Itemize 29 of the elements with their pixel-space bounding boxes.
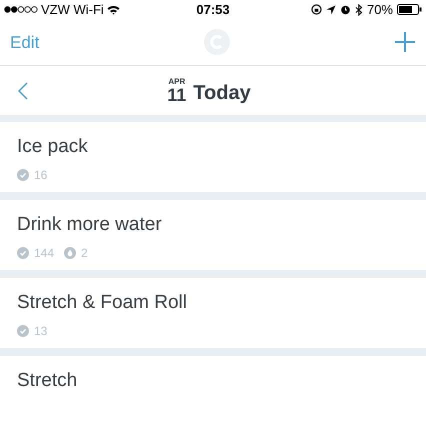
carrier-name: VZW Wi-Fi bbox=[41, 1, 104, 19]
habit-card[interactable]: Drink more water 144 2 bbox=[0, 200, 426, 270]
rotation-lock-icon bbox=[310, 4, 322, 16]
habit-name: Stretch & Foam Roll bbox=[17, 291, 188, 315]
date-title: Today bbox=[193, 82, 251, 103]
date-month: APR bbox=[168, 78, 186, 86]
back-icon[interactable] bbox=[18, 82, 28, 100]
wifi-icon bbox=[106, 4, 120, 15]
habit-name: Drink more water bbox=[17, 213, 163, 237]
check-icon bbox=[17, 247, 29, 259]
check-icon bbox=[17, 325, 29, 337]
location-icon bbox=[326, 4, 336, 15]
stat-count: 16 bbox=[34, 167, 48, 184]
stat-count: 13 bbox=[34, 323, 48, 340]
habit-name: Stretch bbox=[17, 369, 78, 393]
habit-card[interactable]: Ice pack 16 bbox=[0, 122, 426, 192]
stat-count: 144 bbox=[34, 245, 54, 262]
check-icon bbox=[17, 169, 29, 181]
bluetooth-icon bbox=[354, 4, 363, 16]
clock-time: 07:53 bbox=[196, 1, 230, 19]
habit-name: Ice pack bbox=[17, 135, 89, 159]
habit-card[interactable]: Stretch bbox=[0, 356, 426, 426]
battery-percent: 70% bbox=[366, 1, 393, 19]
signal-icon bbox=[4, 6, 38, 14]
date-day: 11 bbox=[167, 86, 186, 104]
add-icon[interactable] bbox=[394, 31, 416, 54]
battery-icon bbox=[397, 4, 422, 16]
habit-card[interactable]: Stretch & Foam Roll 13 bbox=[0, 278, 426, 348]
stat-count: 2 bbox=[81, 245, 88, 262]
